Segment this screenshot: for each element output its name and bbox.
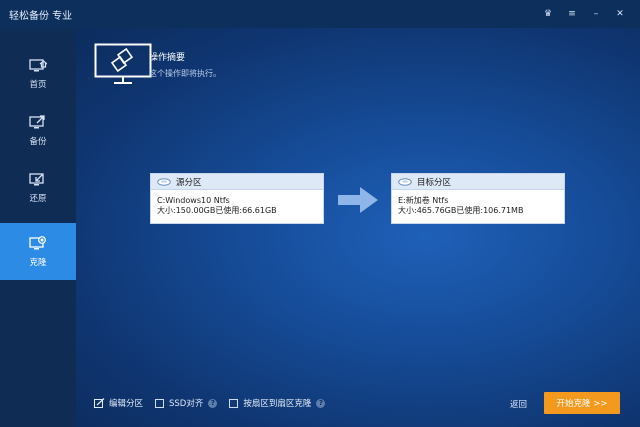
home-icon bbox=[29, 58, 47, 71]
options-bar: 编辑分区 SSD对齐 ? 按扇区到扇区克隆 ? bbox=[94, 394, 337, 412]
close-icon[interactable]: ✕ bbox=[608, 7, 632, 21]
menu-icon[interactable]: ≡ bbox=[560, 7, 584, 21]
disk-icon bbox=[157, 177, 171, 186]
card-header: 目标分区 bbox=[392, 174, 564, 190]
restore-icon bbox=[29, 172, 44, 185]
sidebar: 首页 备份 还原 克隆 bbox=[0, 28, 76, 427]
clone-icon bbox=[29, 235, 46, 249]
start-clone-button[interactable]: 开始克隆 >> bbox=[544, 392, 620, 414]
upgrade-icon[interactable]: ♛ bbox=[536, 7, 560, 21]
sector-clone-label: 按扇区到扇区克隆 bbox=[243, 399, 312, 409]
source-partition-label: 源分区 bbox=[176, 177, 202, 188]
sidebar-item-clone[interactable]: 克隆 bbox=[0, 223, 76, 280]
card-body: C:Windows10 Ntfs 大小:150.00GB已使用:66.61GB bbox=[151, 190, 323, 216]
ssd-align-checkbox[interactable] bbox=[155, 398, 165, 408]
sidebar-item-label: 还原 bbox=[29, 193, 47, 204]
summary-title: 操作摘要 bbox=[149, 53, 186, 63]
help-icon[interactable]: ? bbox=[208, 398, 218, 408]
main-panel: 操作摘要 这个操作即将执行。 源分区 C:Windows10 Ntfs 大小:1… bbox=[76, 28, 640, 427]
source-drive-info: C:Windows10 Ntfs bbox=[157, 196, 230, 205]
card-body: E:新加卷 Ntfs 大小:465.76GB已使用:106.71MB bbox=[392, 190, 564, 216]
monitor-summary-icon bbox=[94, 43, 152, 84]
edit-partition-label: 编辑分区 bbox=[109, 399, 144, 409]
target-partition-label: 目标分区 bbox=[417, 177, 452, 188]
sidebar-item-label: 首页 bbox=[29, 79, 47, 90]
sidebar-item-label: 克隆 bbox=[29, 257, 47, 268]
title-bar: 轻松备份 专业 ♛ ≡ – ✕ bbox=[0, 0, 640, 28]
app-title: 轻松备份 专业 bbox=[9, 10, 73, 22]
target-size-info: 大小:465.76GB已使用:106.71MB bbox=[398, 206, 524, 215]
ssd-align-option[interactable]: SSD对齐 ? bbox=[155, 397, 218, 409]
source-size-info: 大小:150.00GB已使用:66.61GB bbox=[157, 206, 277, 215]
help-icon[interactable]: ? bbox=[316, 398, 326, 408]
sidebar-item-home[interactable]: 首页 bbox=[0, 45, 76, 102]
sector-clone-checkbox[interactable] bbox=[229, 398, 239, 408]
ssd-align-label: SSD对齐 bbox=[169, 399, 204, 409]
window-controls: ♛ ≡ – ✕ bbox=[536, 7, 632, 21]
card-header: 源分区 bbox=[151, 174, 323, 190]
target-partition-card[interactable]: 目标分区 E:新加卷 Ntfs 大小:465.76GB已使用:106.71MB bbox=[391, 173, 565, 224]
sector-clone-option[interactable]: 按扇区到扇区克隆 ? bbox=[229, 397, 326, 409]
disk-icon bbox=[398, 177, 412, 186]
minimize-icon[interactable]: – bbox=[584, 7, 608, 21]
summary-subtitle: 这个操作即将执行。 bbox=[149, 69, 221, 78]
source-partition-card[interactable]: 源分区 C:Windows10 Ntfs 大小:150.00GB已使用:66.6… bbox=[150, 173, 324, 224]
target-drive-info: E:新加卷 Ntfs bbox=[398, 196, 449, 205]
sidebar-item-backup[interactable]: 备份 bbox=[0, 102, 76, 159]
edit-icon bbox=[94, 397, 105, 408]
back-button[interactable]: 返回 bbox=[510, 398, 527, 410]
arrow-right-icon bbox=[338, 187, 378, 213]
sidebar-item-restore[interactable]: 还原 bbox=[0, 159, 76, 216]
edit-partition-option[interactable]: 编辑分区 bbox=[94, 397, 143, 409]
sidebar-item-label: 备份 bbox=[29, 136, 47, 147]
backup-icon bbox=[29, 114, 45, 128]
